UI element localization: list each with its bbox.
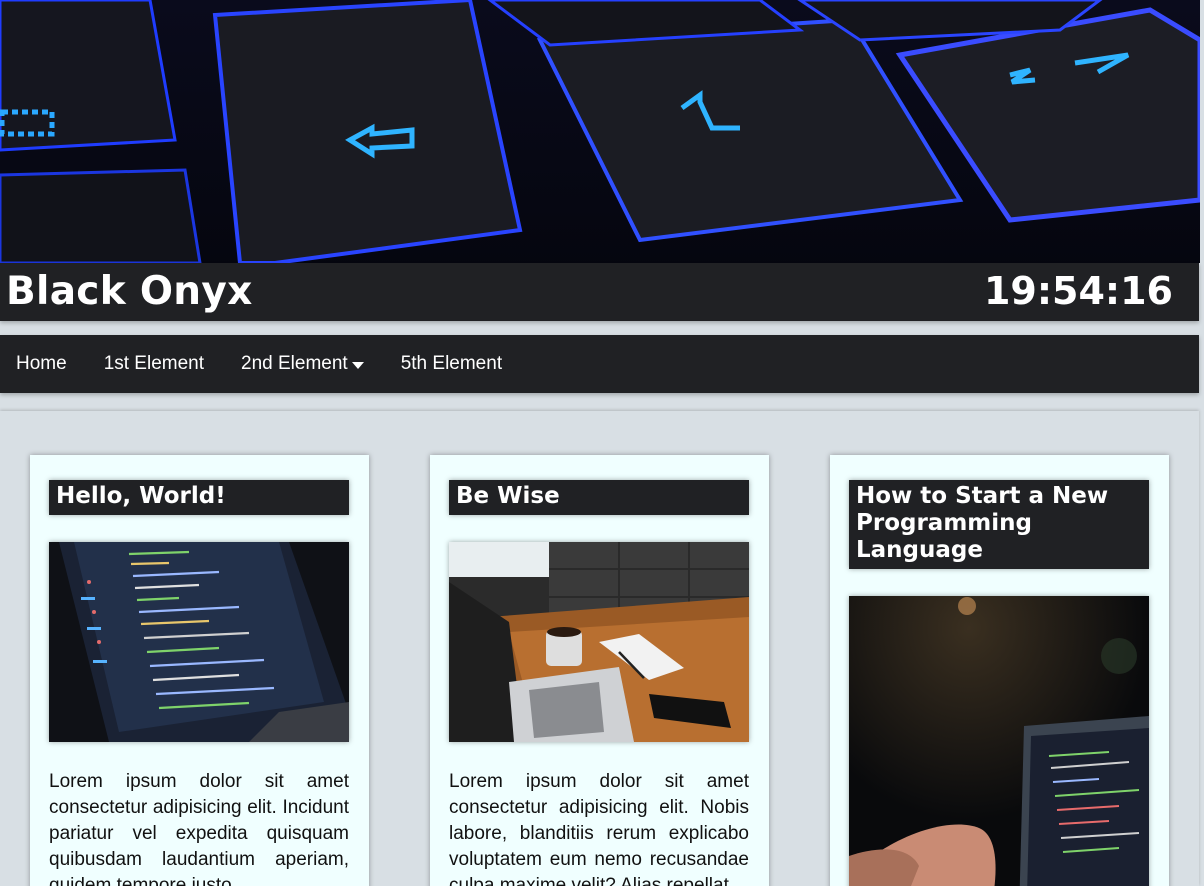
card-title[interactable]: How to Start a New Programming Language xyxy=(849,480,1149,569)
laptop-dark-room-image xyxy=(849,596,1149,886)
site-title[interactable]: Black Onyx xyxy=(6,269,253,314)
nav-item-label: 2nd Element xyxy=(241,353,348,374)
header-banner-image xyxy=(0,0,1200,263)
card-title[interactable]: Be Wise xyxy=(449,480,749,515)
card-text: Lorem ipsum dolor sit amet consectetur a… xyxy=(449,771,749,886)
nav-item-label: Home xyxy=(16,353,67,374)
keyboard-illustration xyxy=(0,0,1200,263)
card-text: Lorem ipsum dolor sit amet consectetur a… xyxy=(49,771,349,886)
clock: 19:54:16 xyxy=(983,269,1173,313)
laptop-code-image xyxy=(49,542,349,742)
desk-laptop-image xyxy=(449,542,749,742)
article-card-3: How to Start a New Programming Language xyxy=(830,455,1169,886)
nav-item-2nd-element-dropdown[interactable]: 2nd Element xyxy=(241,353,364,375)
article-card-2: Be Wise Lorem ipsum dolor sit amet conse… xyxy=(430,455,769,886)
nav-item-home[interactable]: Home xyxy=(16,353,67,375)
laptop-dark-room-illustration xyxy=(849,596,1149,886)
nav-item-5th-element[interactable]: 5th Element xyxy=(401,353,502,375)
nav-item-label: 5th Element xyxy=(400,353,503,374)
nav-item-label: 1st Element xyxy=(103,353,205,374)
caret-down-icon xyxy=(351,361,364,369)
article-card-1: Hello, World! Lorem ipsum dolor sit amet… xyxy=(30,455,369,886)
laptop-code-illustration xyxy=(49,542,349,742)
main-content: Hello, World! Lorem ipsum dolor sit amet… xyxy=(0,411,1199,886)
title-bar: Black Onyx 19:54:16 xyxy=(0,263,1199,321)
desk-laptop-illustration xyxy=(449,542,749,742)
card-title[interactable]: Hello, World! xyxy=(49,480,349,515)
nav-item-1st-element[interactable]: 1st Element xyxy=(104,353,204,375)
main-nav: Home 1st Element 2nd Element 5th Element xyxy=(0,335,1199,393)
